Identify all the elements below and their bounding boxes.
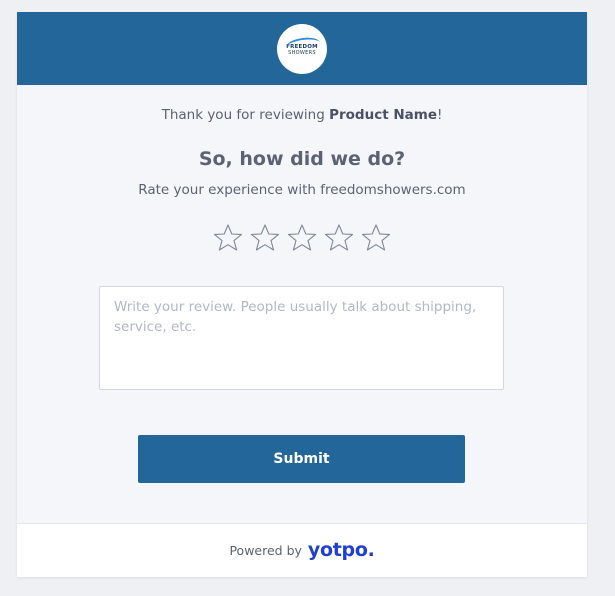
powered-by-label: Powered by bbox=[229, 543, 302, 558]
product-name: Product Name bbox=[329, 107, 437, 123]
header-bar: FREEDOM SHOWERS bbox=[17, 12, 587, 85]
yotpo-logo-link[interactable]: yotpo. bbox=[308, 539, 375, 561]
intro-prefix: Thank you for reviewing bbox=[161, 107, 330, 123]
freedom-showers-logo: FREEDOM SHOWERS bbox=[277, 23, 327, 74]
intro-suffix: ! bbox=[436, 107, 443, 123]
star-1-icon[interactable] bbox=[213, 223, 243, 253]
footer: Powered by yotpo. bbox=[17, 523, 587, 577]
submit-button[interactable]: Submit bbox=[138, 435, 465, 483]
star-3-icon[interactable] bbox=[287, 223, 317, 253]
star-4-icon[interactable] bbox=[324, 223, 354, 253]
page-title: So, how did we do? bbox=[198, 148, 406, 170]
star-5-icon[interactable] bbox=[361, 223, 391, 253]
review-card: FREEDOM SHOWERS Thank you for reviewing … bbox=[17, 12, 587, 577]
intro-text: Thank you for reviewing Product Name! bbox=[17, 107, 587, 123]
star-rating bbox=[17, 223, 587, 253]
review-textarea[interactable] bbox=[99, 286, 504, 390]
star-2-icon[interactable] bbox=[250, 223, 280, 253]
rating-prompt: Rate your experience with freedomshowers… bbox=[138, 182, 466, 198]
